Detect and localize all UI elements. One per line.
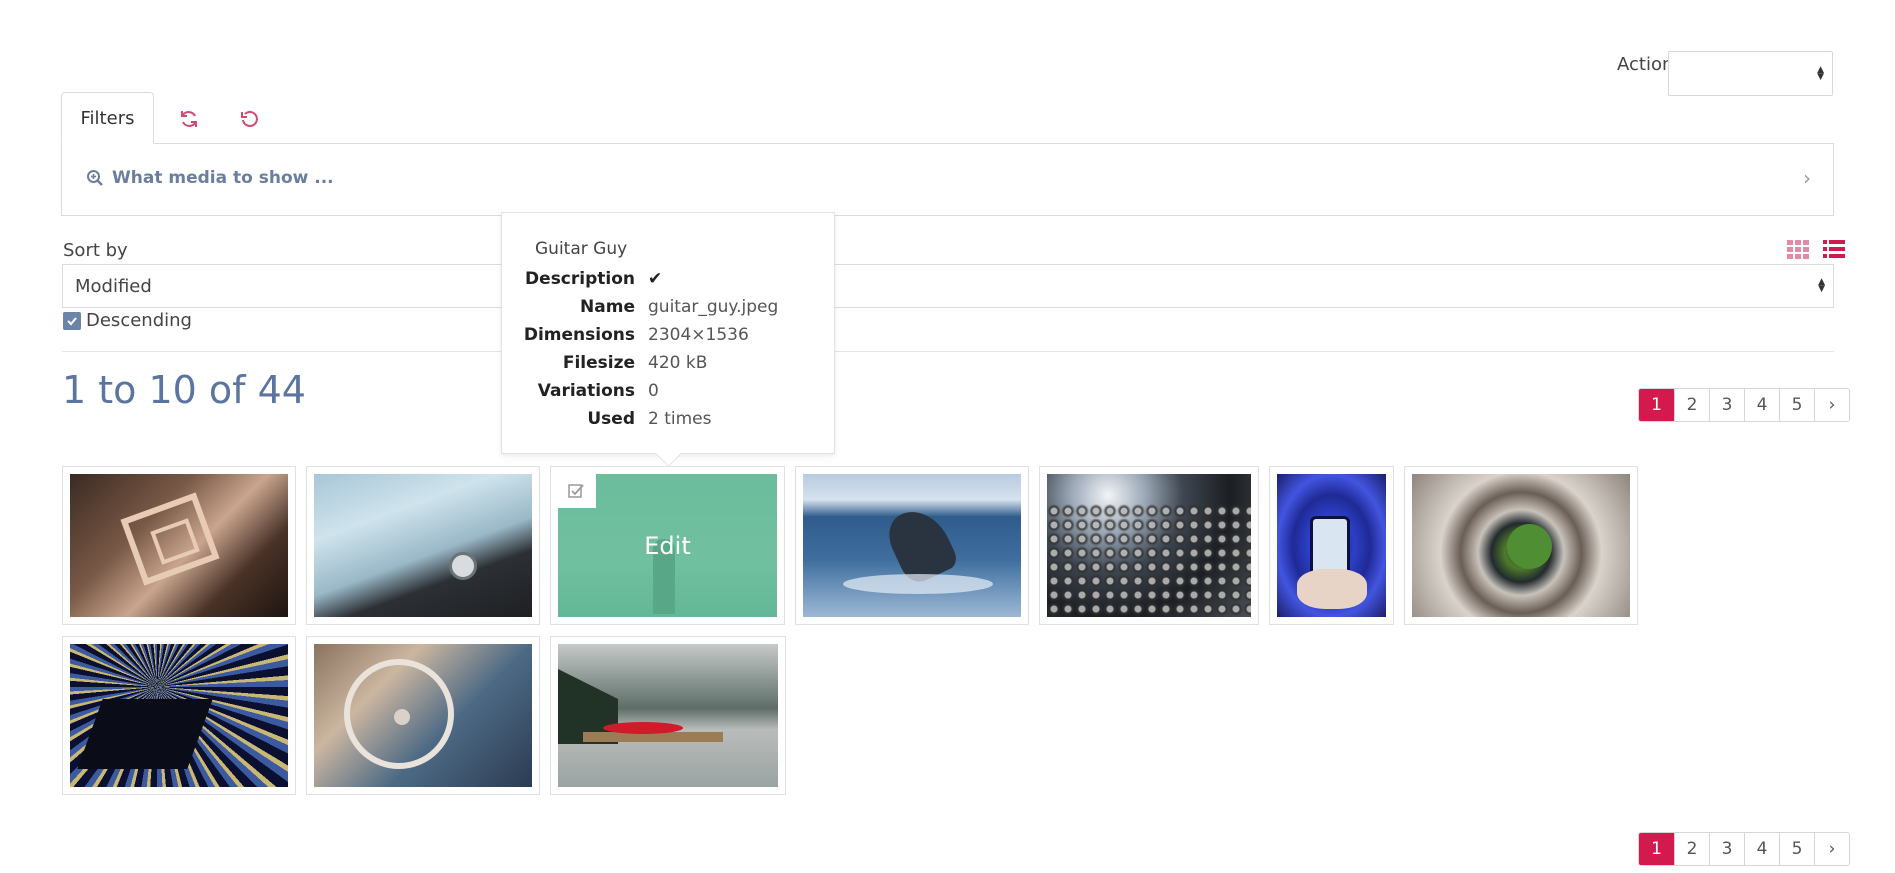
tooltip-key: Used	[587, 409, 635, 429]
filter-panel[interactable]: What media to show ... ›	[61, 143, 1834, 216]
descending-checkbox[interactable]	[63, 312, 81, 330]
page-button[interactable]: 2	[1674, 833, 1709, 865]
page-button[interactable]: 2	[1674, 389, 1709, 421]
tooltip-row: Name guitar_guy.jpeg	[502, 295, 836, 319]
sort-select-value: Modified	[75, 275, 152, 297]
tooltip-value: 2304×1536	[648, 325, 749, 345]
tooltip-key: Name	[580, 297, 635, 317]
page-button[interactable]: 4	[1744, 833, 1779, 865]
filter-toggle-label: What media to show ...	[112, 168, 334, 188]
thumbnail[interactable]	[1039, 466, 1259, 625]
tooltip-row: Variations 0	[502, 379, 836, 403]
next-page-button[interactable]: ›	[1814, 833, 1849, 865]
checkbox-icon	[568, 484, 584, 498]
tooltip-row: Dimensions 2304×1536	[502, 323, 836, 347]
thumbnail[interactable]: Edit	[550, 466, 785, 625]
next-page-button[interactable]: ›	[1814, 389, 1849, 421]
select-checkbox[interactable]	[558, 474, 596, 508]
tooltip-row: Description ✔	[502, 267, 836, 291]
select-arrows-icon: ▲ ▼	[1818, 277, 1825, 294]
tooltip-value: 420 kB	[648, 353, 708, 373]
page-button[interactable]: 1	[1639, 833, 1674, 865]
tooltip-title: Guitar Guy	[535, 239, 628, 259]
thumbnail[interactable]	[795, 466, 1029, 625]
result-count: 1 to 10 of 44	[62, 368, 306, 412]
tooltip-value: 0	[648, 381, 659, 401]
thumbnail[interactable]	[62, 636, 296, 795]
description-check-icon: ✔	[648, 269, 663, 289]
search-zoom-icon	[87, 170, 103, 186]
page-button[interactable]: 4	[1744, 389, 1779, 421]
thumbnail[interactable]	[550, 636, 786, 795]
media-library-page: Action ▲ ▼ Filters What media to show ...…	[0, 0, 1895, 873]
page-button[interactable]: 3	[1709, 389, 1744, 421]
page-button[interactable]: 5	[1779, 833, 1814, 865]
thumbnail[interactable]	[306, 466, 540, 625]
pagination-bottom: 1 2 3 4 5 ›	[1638, 832, 1850, 866]
undo-icon[interactable]	[238, 107, 262, 131]
thumbnail[interactable]	[1269, 466, 1394, 625]
tooltip-value: 2 times	[648, 409, 712, 429]
action-select[interactable]: ▲ ▼	[1668, 51, 1833, 96]
filter-toggle[interactable]: What media to show ...	[86, 168, 334, 188]
sort-select[interactable]: Modified ▲ ▼	[62, 264, 1834, 308]
page-button[interactable]: 5	[1779, 389, 1814, 421]
tooltip-key: Description	[525, 269, 635, 289]
grid-view-icon[interactable]	[1786, 238, 1810, 260]
descending-label: Descending	[86, 310, 192, 331]
tooltip-row: Used 2 times	[502, 407, 836, 431]
tooltip-key: Filesize	[562, 353, 635, 373]
action-label: Action	[1617, 54, 1674, 75]
thumbnail[interactable]	[62, 466, 296, 625]
refresh-icon[interactable]	[177, 107, 201, 131]
list-view-icon[interactable]	[1822, 238, 1846, 260]
tooltip-value: guitar_guy.jpeg	[648, 297, 779, 317]
tooltip-key: Dimensions	[523, 325, 635, 345]
tooltip-key: Variations	[537, 381, 635, 401]
pagination-top: 1 2 3 4 5 ›	[1638, 388, 1850, 422]
tab-filters[interactable]: Filters	[61, 92, 154, 144]
thumbnail[interactable]	[1404, 466, 1638, 625]
page-button[interactable]: 1	[1639, 389, 1674, 421]
tooltip-row: Filesize 420 kB	[502, 351, 836, 375]
checkbox-icon	[67, 317, 77, 326]
media-info-tooltip: Guitar Guy Description ✔ Name guitar_guy…	[501, 212, 835, 454]
chevron-right-icon: ›	[1803, 166, 1811, 190]
page-button[interactable]: 3	[1709, 833, 1744, 865]
select-arrows-icon: ▲ ▼	[1817, 64, 1824, 82]
sort-label: Sort by	[63, 240, 128, 261]
thumbnail[interactable]	[306, 636, 540, 795]
divider	[62, 351, 1834, 352]
